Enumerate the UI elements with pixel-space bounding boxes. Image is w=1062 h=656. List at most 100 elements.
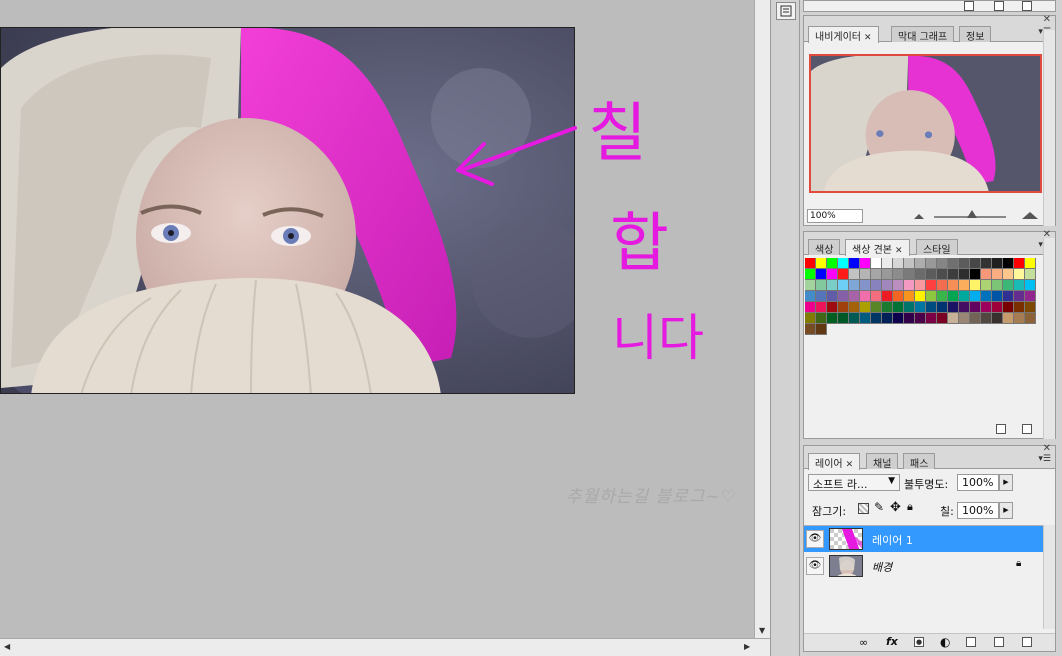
scroll-right-arrow-icon[interactable]: ▶: [744, 643, 750, 651]
swatch-65[interactable]: [827, 291, 838, 302]
swatch-11[interactable]: [926, 258, 937, 269]
zoom-out-icon[interactable]: [914, 214, 924, 219]
swatch-28[interactable]: [882, 269, 893, 280]
swatch-99[interactable]: [970, 302, 981, 313]
swatch-4[interactable]: [849, 258, 860, 269]
swatch-82[interactable]: [1014, 291, 1025, 302]
lock-brush-icon[interactable]: ✎: [874, 500, 884, 514]
swatch-54[interactable]: [937, 280, 948, 291]
swatch-89[interactable]: [860, 302, 871, 313]
swatch-32[interactable]: [926, 269, 937, 280]
swatch-64[interactable]: [816, 291, 827, 302]
swatch-79[interactable]: [981, 291, 992, 302]
tab-styles[interactable]: 스타일: [916, 239, 958, 256]
swatch-15[interactable]: [970, 258, 981, 269]
swatch-18[interactable]: [1003, 258, 1014, 269]
swatch-120[interactable]: [970, 313, 981, 324]
swatch-124[interactable]: [1014, 313, 1025, 324]
document-canvas[interactable]: 칠 합 니다 추월하는길 블로그~♡: [0, 0, 754, 638]
swatch-39[interactable]: [1003, 269, 1014, 280]
swatch-25[interactable]: [849, 269, 860, 280]
swatch-104[interactable]: [1025, 302, 1036, 313]
swatch-41[interactable]: [1025, 269, 1036, 280]
swatch-8[interactable]: [893, 258, 904, 269]
swatch-77[interactable]: [959, 291, 970, 302]
swatch-1[interactable]: [816, 258, 827, 269]
swatch-42[interactable]: [805, 280, 816, 291]
blend-mode-select[interactable]: 소프트 라... ▼: [808, 474, 900, 491]
swatch-86[interactable]: [827, 302, 838, 313]
lock-all-icon[interactable]: 🔒︎: [907, 500, 913, 514]
swatch-81[interactable]: [1003, 291, 1014, 302]
zoom-in-icon[interactable]: [1022, 212, 1038, 219]
swatch-33[interactable]: [937, 269, 948, 280]
scroll-left-arrow-icon[interactable]: ◀: [4, 643, 10, 651]
swatch-87[interactable]: [838, 302, 849, 313]
tab-swatches[interactable]: 색상 견본 ✕: [845, 239, 910, 256]
adjustment-icon[interactable]: ◐: [940, 635, 950, 649]
tab-paths[interactable]: 패스: [903, 453, 936, 470]
tab-close-icon[interactable]: ✕: [895, 246, 903, 256]
swatch-60[interactable]: [1003, 280, 1014, 291]
swatch-98[interactable]: [959, 302, 970, 313]
swatch-30[interactable]: [904, 269, 915, 280]
swatch-38[interactable]: [992, 269, 1003, 280]
swatch-57[interactable]: [970, 280, 981, 291]
swatch-14[interactable]: [959, 258, 970, 269]
navigator-scrollbar[interactable]: [1043, 30, 1055, 226]
navigator-thumbnail[interactable]: [809, 54, 1042, 193]
tab-channels[interactable]: 채널: [866, 453, 899, 470]
swatch-94[interactable]: [915, 302, 926, 313]
swatch-110[interactable]: [860, 313, 871, 324]
swatch-75[interactable]: [937, 291, 948, 302]
swatch-40[interactable]: [1014, 269, 1025, 280]
lock-move-icon[interactable]: ✥: [890, 500, 901, 515]
swatch-78[interactable]: [970, 291, 981, 302]
swatch-80[interactable]: [992, 291, 1003, 302]
swatch-3[interactable]: [838, 258, 849, 269]
fx-icon[interactable]: fx: [886, 635, 898, 648]
swatch-114[interactable]: [904, 313, 915, 324]
swatch-125[interactable]: [1025, 313, 1036, 324]
visibility-eye-icon[interactable]: 👁︎: [806, 557, 824, 575]
swatch-53[interactable]: [926, 280, 937, 291]
layers-scrollbar[interactable]: [1043, 525, 1055, 629]
swatch-6[interactable]: [871, 258, 882, 269]
swatch-48[interactable]: [871, 280, 882, 291]
swatch-58[interactable]: [981, 280, 992, 291]
vertical-scrollbar[interactable]: ▼: [754, 0, 770, 638]
fill-slider-button[interactable]: ▶: [999, 502, 1013, 519]
opacity-slider-button[interactable]: ▶: [999, 474, 1013, 491]
link-icon[interactable]: ∞: [859, 636, 868, 649]
swatch-123[interactable]: [1003, 313, 1014, 324]
swatch-70[interactable]: [882, 291, 893, 302]
layer-row-layer-1[interactable]: 👁︎ 레이어 1: [804, 526, 1043, 552]
tab-close-icon[interactable]: ✕: [864, 33, 872, 43]
swatch-83[interactable]: [1025, 291, 1036, 302]
swatch-76[interactable]: [948, 291, 959, 302]
group-icon[interactable]: [966, 637, 976, 647]
trash-icon[interactable]: [1022, 1, 1032, 11]
swatch-74[interactable]: [926, 291, 937, 302]
swatch-96[interactable]: [937, 302, 948, 313]
swatch-68[interactable]: [860, 291, 871, 302]
horizontal-scrollbar[interactable]: ◀ ▶: [0, 638, 770, 656]
swatch-95[interactable]: [926, 302, 937, 313]
swatch-71[interactable]: [893, 291, 904, 302]
swatch-112[interactable]: [882, 313, 893, 324]
swatch-63[interactable]: [805, 291, 816, 302]
swatch-45[interactable]: [838, 280, 849, 291]
swatch-109[interactable]: [849, 313, 860, 324]
swatch-21[interactable]: [805, 269, 816, 280]
swatch-35[interactable]: [959, 269, 970, 280]
scroll-down-arrow-icon[interactable]: ▼: [759, 627, 765, 635]
tab-navigator[interactable]: 내비게이터 ✕: [808, 26, 879, 43]
swatch-69[interactable]: [871, 291, 882, 302]
trash-icon[interactable]: [1022, 424, 1032, 434]
swatch-59[interactable]: [992, 280, 1003, 291]
swatch-90[interactable]: [871, 302, 882, 313]
swatch-10[interactable]: [915, 258, 926, 269]
swatch-47[interactable]: [860, 280, 871, 291]
swatch-23[interactable]: [827, 269, 838, 280]
swatch-26[interactable]: [860, 269, 871, 280]
